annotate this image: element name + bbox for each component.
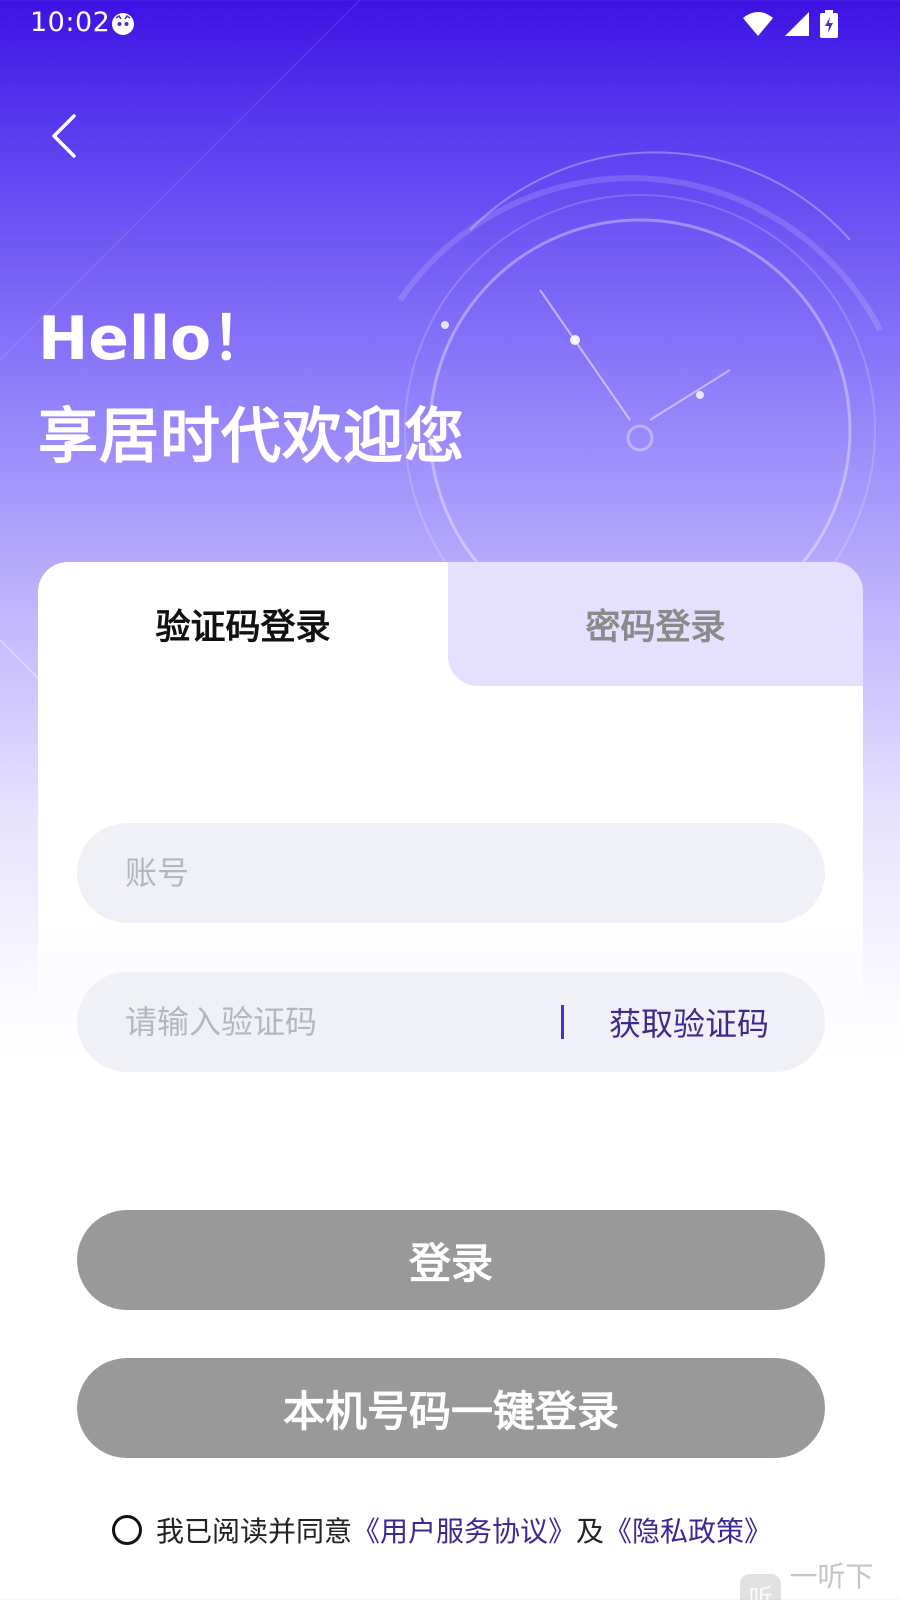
get-code-button[interactable]: 获取验证码	[609, 972, 769, 1072]
status-time: 10:02	[30, 7, 111, 38]
agreement-and: 及	[576, 1515, 605, 1548]
battery-charging-icon	[820, 10, 838, 38]
wifi-icon	[743, 12, 773, 36]
tab-sms-code-login[interactable]: 验证码登录	[38, 562, 448, 686]
agreement-prefix: 我已阅读并同意	[156, 1515, 353, 1548]
user-agreement-link[interactable]: 《用户服务协议》	[352, 1510, 576, 1550]
account-field	[77, 823, 825, 923]
verification-code-field: 获取验证码	[77, 972, 825, 1072]
verification-code-input[interactable]	[125, 972, 545, 1072]
field-divider	[561, 1005, 564, 1039]
tab-password-login[interactable]: 密码登录	[448, 562, 863, 686]
app-notification-icon	[112, 13, 134, 35]
account-input[interactable]	[125, 823, 785, 923]
login-button[interactable]: 登录	[77, 1210, 825, 1310]
back-button[interactable]	[40, 108, 88, 164]
watermark: 听 一听下载	[740, 1555, 900, 1600]
agreement-row: 我已阅读并同意 《用户服务协议》 及 《隐私政策》	[112, 1510, 772, 1550]
greeting-hello: Hello！	[38, 304, 272, 374]
status-bar: 10:02	[0, 0, 900, 48]
chevron-left-icon	[52, 114, 76, 158]
cellular-signal-icon	[785, 12, 809, 36]
privacy-policy-link[interactable]: 《隐私政策》	[604, 1510, 772, 1550]
greeting-welcome: 享居时代欢迎您	[38, 402, 465, 472]
watermark-text: 一听下载	[789, 1560, 874, 1593]
one-click-login-button[interactable]: 本机号码一键登录	[77, 1358, 825, 1458]
watermark-logo-icon: 听	[740, 1574, 782, 1600]
agreement-checkbox[interactable]	[112, 1515, 142, 1545]
